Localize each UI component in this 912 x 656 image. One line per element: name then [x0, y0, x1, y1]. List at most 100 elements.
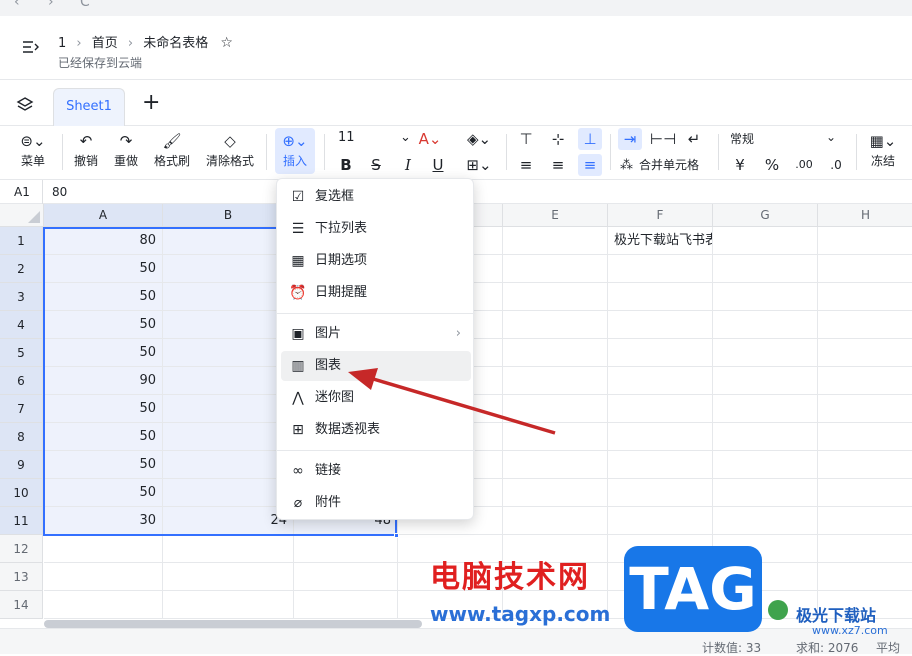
menu-item-image[interactable]: ▣ 图片 › — [281, 319, 471, 349]
add-sheet-icon[interactable]: + — [142, 90, 160, 115]
row-header-9[interactable]: 9 — [0, 451, 43, 479]
doc-title[interactable]: 未命名表格 — [143, 36, 208, 51]
cell-b2[interactable] — [163, 255, 294, 283]
menu-item-date-picker[interactable]: ▦ 日期选项 — [281, 246, 471, 276]
cell-h12[interactable] — [818, 535, 912, 563]
align-left-icon[interactable]: ≡ — [514, 154, 538, 176]
cell-h7[interactable] — [818, 395, 912, 423]
cell-a3[interactable]: 50 — [44, 283, 163, 311]
star-icon[interactable]: ☆ — [220, 35, 233, 51]
forward-icon[interactable]: › — [48, 0, 54, 10]
menu-item-link[interactable]: ∞ 链接 — [281, 456, 471, 486]
cell-f3[interactable] — [608, 283, 713, 311]
row-header-11[interactable]: 11 — [0, 507, 43, 535]
row-header-1[interactable]: 1 — [0, 227, 43, 255]
row-header-5[interactable]: 5 — [0, 339, 43, 367]
cell-g11[interactable] — [713, 507, 818, 535]
row-header-14[interactable]: 14 — [0, 591, 43, 619]
menu-button[interactable]: ⊜⌄ 菜单 — [14, 130, 52, 169]
cell-b4[interactable]: 6 — [163, 311, 294, 339]
back-icon[interactable]: ‹ — [14, 0, 20, 10]
cell-a5[interactable]: 50 — [44, 339, 163, 367]
cell-a7[interactable]: 50 — [44, 395, 163, 423]
select-all-corner[interactable] — [0, 204, 44, 227]
strikethrough-icon[interactable]: S — [364, 154, 388, 176]
insert-button[interactable]: ⊕⌄ 插入 — [275, 128, 315, 174]
column-header-h[interactable]: H — [818, 204, 912, 227]
decrease-decimal-icon[interactable]: .00 — [792, 154, 816, 176]
cell-b10[interactable] — [163, 479, 294, 507]
cell-c12[interactable] — [294, 535, 398, 563]
cell-h9[interactable] — [818, 451, 912, 479]
cell-h3[interactable] — [818, 283, 912, 311]
fill-handle[interactable] — [394, 533, 399, 538]
cell-a8[interactable]: 50 — [44, 423, 163, 451]
cell-b12[interactable] — [163, 535, 294, 563]
undo-button[interactable]: ↶ 撤销 — [72, 130, 100, 169]
cell-e9[interactable] — [503, 451, 608, 479]
cell-e4[interactable] — [503, 311, 608, 339]
increase-decimal-icon[interactable]: .0 — [824, 154, 848, 176]
cell-a4[interactable]: 50 — [44, 311, 163, 339]
align-bottom-icon[interactable]: ⊥ — [578, 128, 602, 150]
clip-icon[interactable]: ⊢⊣ — [650, 128, 676, 150]
merge-cells-button[interactable]: ⁂ 合并单元格 — [620, 156, 699, 173]
cell-h8[interactable] — [818, 423, 912, 451]
cell-g8[interactable] — [713, 423, 818, 451]
cell-h4[interactable] — [818, 311, 912, 339]
menu-item-dropdown-list[interactable]: ☰ 下拉列表 — [281, 214, 471, 244]
cell-g1[interactable] — [713, 227, 818, 255]
cell-h6[interactable] — [818, 367, 912, 395]
cell-f10[interactable] — [608, 479, 713, 507]
percent-icon[interactable]: % — [760, 154, 784, 176]
cell-a11[interactable]: 30 — [44, 507, 163, 535]
cell-a12[interactable] — [44, 535, 163, 563]
row-header-13[interactable]: 13 — [0, 563, 43, 591]
cell-h11[interactable] — [818, 507, 912, 535]
breadcrumb-root[interactable]: 1 — [58, 36, 66, 51]
row-header-4[interactable]: 4 — [0, 311, 43, 339]
menu-item-date-reminder[interactable]: ⏰ 日期提醒 — [281, 278, 471, 308]
row-header-8[interactable]: 8 — [0, 423, 43, 451]
fill-color-icon[interactable]: ◈⌄ — [462, 128, 496, 150]
cell-b8[interactable] — [163, 423, 294, 451]
cell-b7[interactable]: 7 — [163, 395, 294, 423]
bold-icon[interactable]: B — [334, 154, 358, 176]
cell-e3[interactable] — [503, 283, 608, 311]
cell-a14[interactable] — [44, 591, 163, 619]
currency-icon[interactable]: ¥ — [728, 154, 752, 176]
column-header-b[interactable]: B — [163, 204, 294, 227]
cell-h1[interactable] — [818, 227, 912, 255]
cell-a1[interactable]: 80 — [44, 227, 163, 255]
align-center-icon[interactable]: ≡ — [546, 154, 570, 176]
column-header-e[interactable]: E — [503, 204, 608, 227]
breadcrumb-home[interactable]: 首页 — [92, 36, 118, 51]
row-header-2[interactable]: 2 — [0, 255, 43, 283]
cell-f8[interactable] — [608, 423, 713, 451]
border-icon[interactable]: ⊞⌄ — [462, 154, 496, 176]
row-header-10[interactable]: 10 — [0, 479, 43, 507]
clear-format-button[interactable]: ◇ 清除格式 — [204, 130, 256, 169]
cell-e1[interactable] — [503, 227, 608, 255]
number-format-select[interactable]: 常规 ⌄ — [730, 130, 840, 147]
cell-e10[interactable] — [503, 479, 608, 507]
cell-g3[interactable] — [713, 283, 818, 311]
cell-a2[interactable]: 50 — [44, 255, 163, 283]
font-color-icon[interactable]: A⌄ — [418, 128, 442, 150]
cell-f2[interactable] — [608, 255, 713, 283]
column-header-f[interactable]: F — [608, 204, 713, 227]
reload-icon[interactable]: C — [80, 0, 90, 10]
cell-f5[interactable] — [608, 339, 713, 367]
cell-e2[interactable] — [503, 255, 608, 283]
cell-c14[interactable] — [294, 591, 398, 619]
cell-g6[interactable] — [713, 367, 818, 395]
cell-b1[interactable]: 6 — [163, 227, 294, 255]
cell-a9[interactable]: 50 — [44, 451, 163, 479]
align-middle-icon[interactable]: ⊹ — [546, 128, 570, 150]
font-size-select[interactable]: 11 ⌄ — [338, 130, 411, 145]
align-top-icon[interactable]: ⊤ — [514, 128, 538, 150]
cell-h5[interactable] — [818, 339, 912, 367]
cell-b3[interactable]: 6 — [163, 283, 294, 311]
wrap-text-icon[interactable]: ↵ — [682, 128, 706, 150]
column-header-a[interactable]: A — [44, 204, 163, 227]
